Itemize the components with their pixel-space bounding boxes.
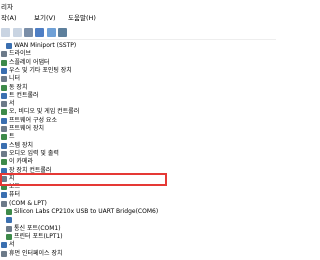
device-icon <box>6 225 12 232</box>
device-icon <box>6 233 12 240</box>
category-icon <box>1 67 7 74</box>
category-icon <box>1 117 7 124</box>
properties-icon[interactable] <box>24 28 33 37</box>
category-icon <box>1 92 7 99</box>
toolbar <box>0 27 276 40</box>
menu-item-help[interactable]: 도움말(H) <box>68 12 96 22</box>
tree-category-row[interactable]: 휴먼 인터페이스 장치 <box>0 249 270 259</box>
category-icon <box>1 134 7 141</box>
category-icon <box>1 250 7 257</box>
category-icon <box>1 242 7 249</box>
device-icon <box>6 43 12 49</box>
tree-item-label: 휴먼 인터페이스 장치 <box>9 249 63 257</box>
category-icon <box>1 142 7 149</box>
category-icon <box>1 200 7 207</box>
category-icon <box>1 76 7 83</box>
category-icon <box>1 59 7 66</box>
category-icon <box>1 109 7 116</box>
device-icon <box>6 209 12 215</box>
device-tree: WAN Miniport (SSTP) 드라이브 스플레이 어댑터 우스 및 기타 포… <box>0 40 276 260</box>
category-icon <box>1 126 7 132</box>
device-icon <box>6 217 12 224</box>
menu-item-view[interactable]: 보기(V) <box>34 12 55 22</box>
category-icon <box>1 51 7 58</box>
category-icon <box>1 101 7 108</box>
window-titlebar: 리자 <box>0 0 276 11</box>
category-icon <box>1 150 7 157</box>
help-icon[interactable] <box>35 28 44 37</box>
update-driver-icon[interactable] <box>47 28 56 37</box>
back-icon[interactable] <box>1 28 10 37</box>
category-icon <box>1 159 7 166</box>
category-icon <box>1 84 7 91</box>
forward-icon[interactable] <box>13 28 22 37</box>
highlight-frame <box>0 173 167 186</box>
category-icon <box>1 192 7 199</box>
scan-hardware-icon[interactable] <box>58 28 67 37</box>
window-title: 리자 <box>1 3 13 11</box>
menu-item-action[interactable]: 작(A) <box>1 12 17 22</box>
menu-bar: 작(A) 보기(V) 도움말(H) <box>0 12 276 22</box>
